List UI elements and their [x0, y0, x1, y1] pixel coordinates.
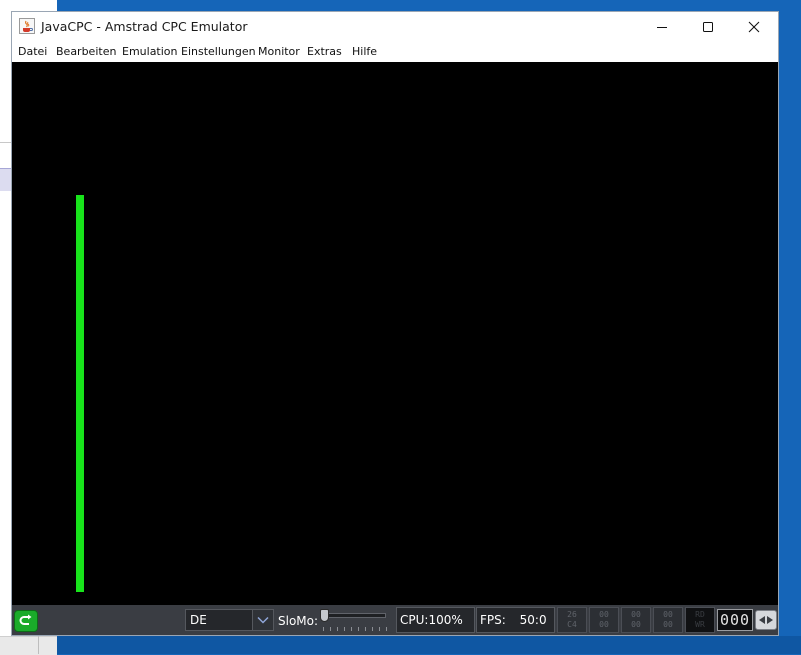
- tape-button[interactable]: [755, 610, 777, 630]
- emulator-display[interactable]: [12, 62, 778, 605]
- screen-border-bar: [76, 195, 84, 592]
- slomo-slider[interactable]: [320, 609, 387, 633]
- led-top: 26: [567, 610, 577, 619]
- disk-rw-led: RD WR: [685, 607, 715, 633]
- window-title: JavaCPC - Amstrad CPC Emulator: [41, 19, 248, 34]
- cpu-readout: CPU:100%: [396, 607, 475, 633]
- tape-play-icon: [759, 616, 773, 624]
- cpu-text: CPU:100%: [400, 613, 463, 627]
- title-bar[interactable]: JavaCPC - Amstrad CPC Emulator: [12, 12, 778, 42]
- slider-ticks: [323, 627, 387, 631]
- fps-value: 50:0: [519, 613, 547, 627]
- maximize-icon: [703, 22, 713, 32]
- keyboard-layout-select[interactable]: DE: [185, 609, 274, 631]
- menu-bearbeiten[interactable]: Bearbeiten: [56, 45, 116, 58]
- close-button[interactable]: [731, 12, 777, 42]
- status-led-4: 00 00: [653, 607, 683, 633]
- reset-arrow-icon: [19, 614, 32, 625]
- led-bottom: C4: [567, 620, 577, 629]
- fps-readout: FPS: 50:0: [476, 607, 555, 633]
- led-bottom: WR: [695, 620, 705, 629]
- minimize-icon: [657, 27, 667, 28]
- keyboard-layout-value: DE: [190, 613, 207, 627]
- led-bottom: 00: [631, 620, 641, 629]
- status-led-3: 00 00: [621, 607, 651, 633]
- led-top: 00: [599, 610, 609, 619]
- slomo-label: SloMo:: [278, 614, 319, 628]
- led-top: 00: [663, 610, 673, 619]
- status-led-2: 00 00: [589, 607, 619, 633]
- status-led-1: 26 C4: [557, 607, 587, 633]
- java-cup-icon: [19, 18, 35, 34]
- reset-button[interactable]: [14, 610, 38, 632]
- led-bottom: 00: [599, 620, 609, 629]
- fps-label: FPS:: [480, 613, 506, 627]
- slider-thumb[interactable]: [320, 609, 329, 622]
- window-shadow: [57, 636, 801, 654]
- status-bar: DE SloMo: CPU:100% FPS: 50:0 26 C4 00 00: [12, 605, 778, 635]
- menu-hilfe[interactable]: Hilfe: [352, 45, 377, 58]
- led-top: RD: [695, 610, 705, 619]
- close-icon: [748, 21, 760, 33]
- background-divider: [0, 142, 11, 143]
- emulator-window: JavaCPC - Amstrad CPC Emulator Datei Bea…: [11, 11, 779, 636]
- background-window-separator: [38, 636, 39, 654]
- background-window-bottom: [0, 636, 57, 655]
- tape-counter: 000: [717, 609, 753, 631]
- menu-emulation[interactable]: Emulation: [122, 45, 178, 58]
- minimize-button[interactable]: [639, 12, 685, 42]
- menu-bar: Datei Bearbeiten Emulation Einstellungen…: [12, 42, 778, 62]
- menu-datei[interactable]: Datei: [18, 45, 47, 58]
- menu-monitor[interactable]: Monitor: [258, 45, 300, 58]
- chevron-down-icon: [257, 616, 269, 624]
- maximize-button[interactable]: [685, 12, 731, 42]
- menu-extras[interactable]: Extras: [307, 45, 342, 58]
- background-selected-row: [0, 168, 11, 191]
- led-bottom: 00: [663, 620, 673, 629]
- led-top: 00: [631, 610, 641, 619]
- menu-einstellungen[interactable]: Einstellungen: [181, 45, 256, 58]
- dropdown-arrow[interactable]: [252, 610, 273, 630]
- slider-track: [323, 613, 386, 618]
